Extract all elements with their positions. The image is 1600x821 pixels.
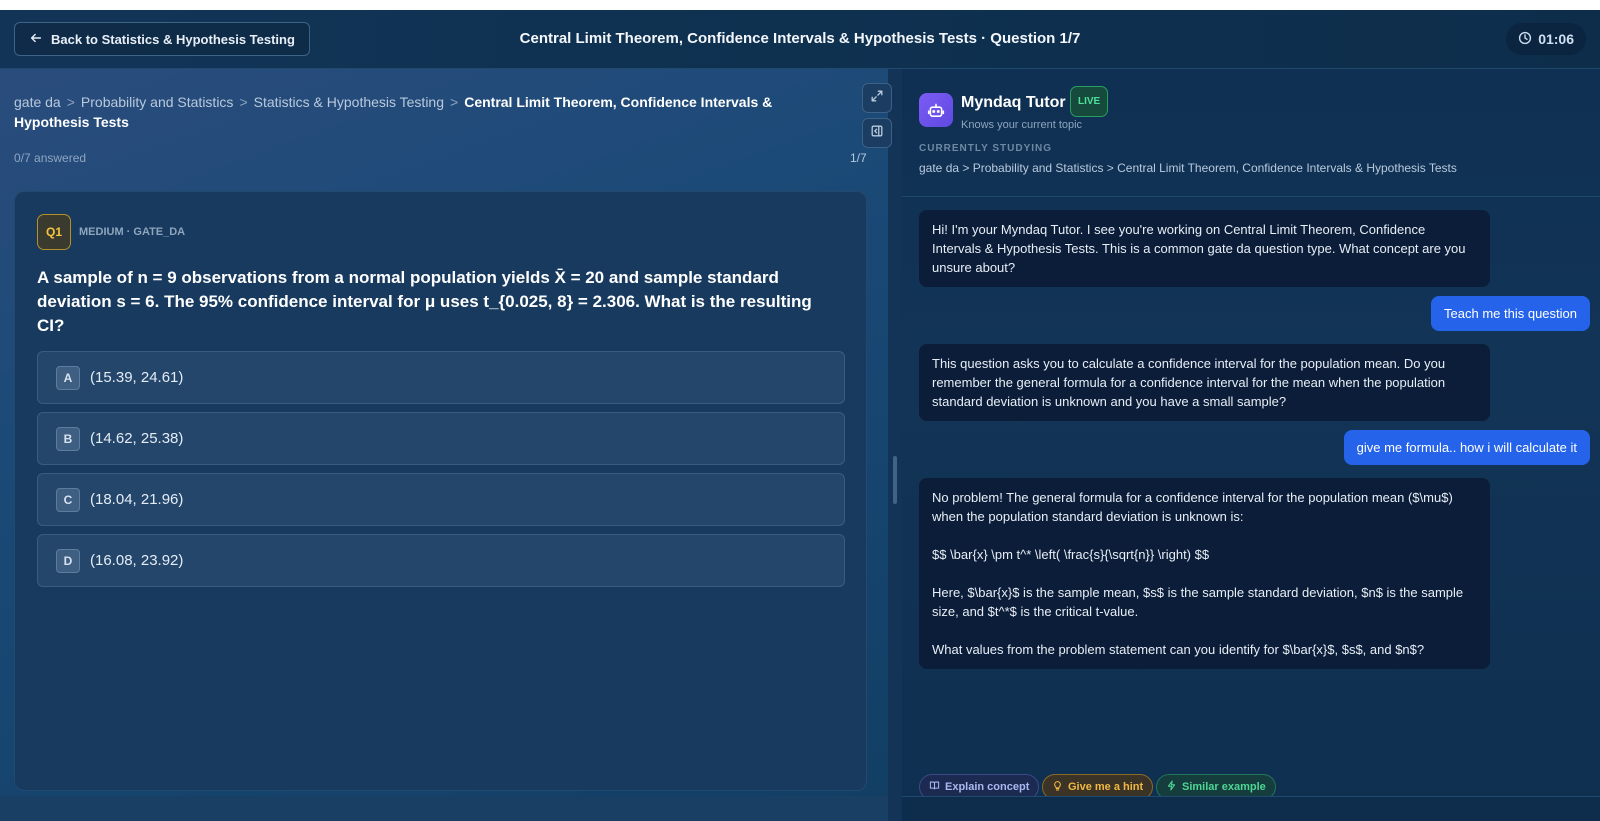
question-panel: gate da > Probability and Statistics > Stati… [0, 69, 888, 821]
header: Back to Statistics & Hypothesis Testing … [0, 10, 1600, 69]
question-counter: 1/7 [850, 151, 867, 165]
tutor-name: Myndaq Tutor [961, 94, 1066, 111]
arrow-left-icon [29, 31, 43, 48]
option-letter: D [56, 548, 80, 573]
answered-count: 0/7 answered [14, 151, 87, 165]
option-d[interactable]: D (16.08, 23.92) [37, 534, 845, 587]
option-letter: C [56, 487, 80, 512]
collapse-panel-icon [870, 124, 884, 143]
message-text: No problem! The general formula for a co… [932, 490, 1453, 524]
back-label: Back to Statistics & Hypothesis Testing [51, 31, 295, 47]
book-icon [929, 780, 940, 794]
message-text: Hi! I'm your Myndaq Tutor. I see you're … [932, 222, 1466, 275]
breadcrumb-item[interactable]: Probability and Statistics [81, 94, 234, 110]
breadcrumb-item[interactable]: gate da [14, 94, 61, 110]
message-text: This question asks you to calculate a co… [932, 356, 1446, 409]
bot-message: This question asks you to calculate a co… [919, 344, 1490, 421]
breadcrumb: gate da > Probability and Statistics > Stati… [14, 92, 834, 132]
expand-button[interactable] [862, 83, 892, 113]
question-card: Q1 MEDIUM · GATE_DA A sample of n = 9 ob… [14, 191, 867, 791]
user-message: Teach me this question [1431, 296, 1590, 331]
tutor-subtitle: Knows your current topic [961, 119, 1083, 131]
currently-studying-path: gate da > Probability and Statistics > C… [919, 161, 1457, 175]
option-text: (15.39, 24.61) [90, 369, 184, 386]
message-formula: $$ \bar{x} \pm t^* \left( \frac{s}{\sqrt… [932, 547, 1210, 562]
message-text: What values from the problem statement c… [932, 642, 1425, 657]
chat-input-bar [902, 796, 1600, 821]
back-button[interactable]: Back to Statistics & Hypothesis Testing [14, 22, 310, 56]
panel-splitter[interactable] [888, 69, 902, 821]
top-strip [0, 0, 1600, 10]
chip-label: Similar example [1182, 781, 1266, 793]
toggle-panel-button[interactable] [862, 118, 892, 148]
tutor-panel: Myndaq Tutor LIVE Knows your current top… [902, 69, 1600, 821]
bot-message: Hi! I'm your Myndaq Tutor. I see you're … [919, 210, 1490, 287]
option-letter: B [56, 426, 80, 451]
breadcrumb-separator: > [66, 94, 75, 110]
currently-studying-label: CURRENTLY STUDYING [919, 143, 1053, 154]
breadcrumb-item[interactable]: Statistics & Hypothesis Testing [254, 94, 444, 110]
option-text: (16.08, 23.92) [90, 552, 184, 569]
splitter-grip[interactable] [893, 456, 897, 504]
breadcrumb-separator: > [450, 94, 459, 110]
tutor-header: Myndaq Tutor LIVE Knows your current top… [902, 69, 1600, 197]
live-badge: LIVE [1070, 86, 1109, 117]
clock-icon [1518, 31, 1532, 48]
lightbulb-icon [1052, 780, 1063, 794]
option-text: (18.04, 21.96) [90, 491, 184, 508]
left-footer-bar [0, 796, 888, 821]
option-letter: A [56, 365, 80, 390]
option-a[interactable]: A (15.39, 24.61) [37, 351, 845, 404]
user-message: give me formula.. how i will calculate i… [1343, 430, 1590, 465]
option-c[interactable]: C (18.04, 21.96) [37, 473, 845, 526]
expand-icon [870, 89, 884, 108]
option-b[interactable]: B (14.62, 25.38) [37, 412, 845, 465]
chip-label: Give me a hint [1068, 781, 1144, 793]
option-text: (14.62, 25.38) [90, 430, 184, 447]
timer: 01:06 [1506, 23, 1586, 55]
breadcrumb-separator: > [239, 94, 248, 110]
question-text: A sample of n = 9 observations from a no… [37, 268, 812, 335]
message-text: Here, $\bar{x}$ is the sample mean, $s$ … [932, 585, 1464, 619]
question-meta: MEDIUM · GATE_DA [79, 226, 186, 238]
page-title: Central Limit Theorem, Confidence Interv… [519, 30, 1081, 47]
chip-label: Explain concept [945, 781, 1030, 793]
question-number-badge: Q1 [37, 214, 71, 250]
timer-value: 01:06 [1538, 31, 1574, 47]
bot-message: No problem! The general formula for a co… [919, 478, 1490, 669]
sparkle-icon [1166, 780, 1177, 794]
robot-icon [919, 93, 953, 127]
